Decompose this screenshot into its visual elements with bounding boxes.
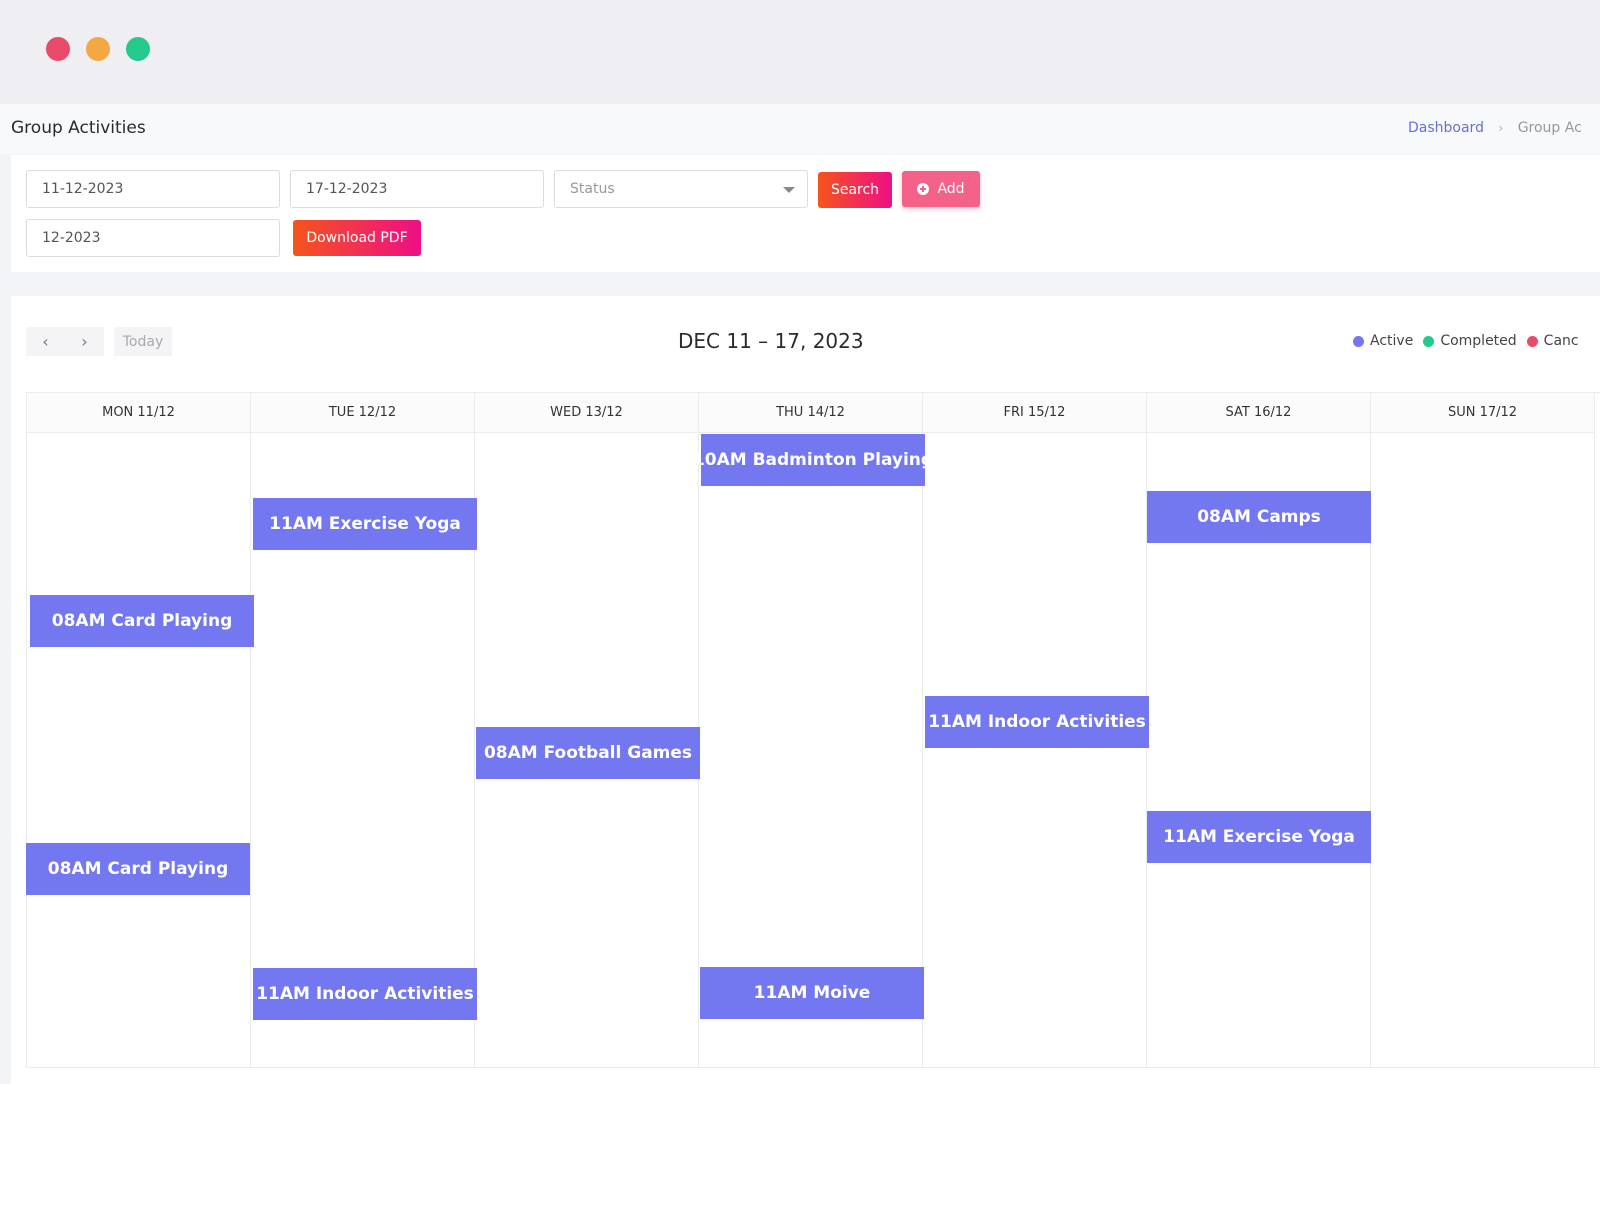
breadcrumb-current: Group Ac bbox=[1517, 120, 1582, 136]
status-select-placeholder: Status bbox=[570, 181, 615, 197]
day-header: MON 11/12 bbox=[27, 393, 250, 433]
chevron-left-icon[interactable]: ‹ bbox=[26, 327, 65, 356]
day-column: SUN 17/12 bbox=[1371, 393, 1595, 1067]
calendar-card: ‹ › Today DEC 11 – 17, 2023 Active Compl… bbox=[11, 296, 1600, 1084]
calendar-event[interactable]: 11AM Moive bbox=[700, 967, 924, 1019]
day-header: WED 13/12 bbox=[475, 393, 698, 433]
legend-dot-completed bbox=[1423, 335, 1435, 347]
legend-label-active: Active bbox=[1370, 333, 1414, 349]
search-button[interactable]: Search bbox=[818, 172, 892, 208]
add-button-label: Add bbox=[937, 181, 965, 197]
legend-label-cancelled: Canc bbox=[1543, 333, 1579, 349]
calendar-event[interactable]: 11AM Indoor Activities bbox=[925, 696, 1149, 748]
day-column: TUE 12/12 bbox=[251, 393, 475, 1067]
calendar-event[interactable]: 08AM Football Games bbox=[476, 727, 700, 779]
calendar-event[interactable]: 10AM Badminton Playing bbox=[693, 434, 933, 486]
day-header: TUE 12/12 bbox=[251, 393, 474, 433]
day-column: MON 11/12 bbox=[27, 393, 251, 1067]
chevron-right-icon: › bbox=[1498, 121, 1504, 135]
add-button[interactable]: Add bbox=[902, 171, 980, 207]
page-content: Group Activities Dashboard › Group Ac 11… bbox=[0, 104, 1600, 1084]
week-grid: MON 11/12 TUE 12/12 WED 13/12 THU 14/12 … bbox=[26, 392, 1600, 1068]
status-legend: Active Completed Canc bbox=[1353, 333, 1589, 349]
calendar-event[interactable]: 08AM Card Playing bbox=[30, 595, 254, 647]
day-header: FRI 15/12 bbox=[923, 393, 1146, 433]
end-date-input[interactable]: 17-12-2023 bbox=[290, 170, 544, 208]
legend-item-active: Active bbox=[1353, 333, 1413, 349]
legend-label-completed: Completed bbox=[1440, 333, 1517, 349]
caret-down-icon bbox=[783, 187, 795, 193]
chevron-right-icon[interactable]: › bbox=[65, 327, 104, 356]
calendar-event[interactable]: 11AM Indoor Activities bbox=[253, 968, 477, 1020]
filter-card: 11-12-2023 17-12-2023 Status Search Add … bbox=[11, 155, 1600, 272]
calendar-event[interactable]: 08AM Card Playing bbox=[26, 843, 250, 895]
legend-dot-cancelled bbox=[1526, 335, 1538, 347]
window-titlebar bbox=[0, 0, 1600, 104]
day-header: SUN 17/12 bbox=[1371, 393, 1594, 433]
breadcrumb: Dashboard › Group Ac bbox=[1408, 120, 1582, 136]
page-title: Group Activities bbox=[11, 118, 146, 138]
calendar-nav: ‹ › Today bbox=[26, 327, 172, 356]
day-header: SAT 16/12 bbox=[1147, 393, 1370, 433]
minimize-window-dot[interactable] bbox=[86, 37, 110, 61]
breadcrumb-dashboard-link[interactable]: Dashboard bbox=[1408, 120, 1484, 136]
calendar-event[interactable]: 08AM Camps bbox=[1147, 491, 1371, 543]
calendar-event[interactable]: 11AM Exercise Yoga bbox=[1147, 811, 1371, 863]
start-date-input[interactable]: 11-12-2023 bbox=[26, 170, 280, 208]
close-window-dot[interactable] bbox=[46, 37, 70, 61]
status-select[interactable]: Status bbox=[554, 170, 808, 208]
plus-circle-icon bbox=[917, 183, 930, 195]
calendar-title: DEC 11 – 17, 2023 bbox=[678, 329, 864, 353]
day-header: THU 14/12 bbox=[699, 393, 922, 433]
legend-item-cancelled: Canc bbox=[1526, 333, 1579, 349]
day-column: THU 14/12 bbox=[699, 393, 923, 1067]
month-input[interactable]: 12-2023 bbox=[26, 219, 280, 257]
download-pdf-button[interactable]: Download PDF bbox=[293, 220, 421, 256]
page-header: Group Activities Dashboard › Group Ac bbox=[0, 104, 1600, 154]
maximize-window-dot[interactable] bbox=[126, 37, 150, 61]
legend-item-completed: Completed bbox=[1423, 333, 1517, 349]
today-button[interactable]: Today bbox=[114, 327, 172, 356]
calendar-event[interactable]: 11AM Exercise Yoga bbox=[253, 498, 477, 550]
legend-dot-active bbox=[1353, 335, 1364, 347]
